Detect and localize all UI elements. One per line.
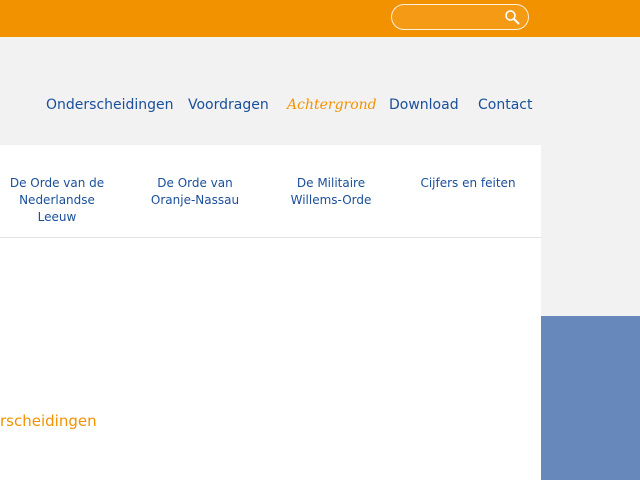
subnav-item-line: Nederlandse <box>19 193 95 207</box>
content-panel: De Orde van de Nederlandse Leeuw De Orde… <box>0 145 541 480</box>
top-bar <box>0 0 640 37</box>
subnav-item-oranje-nassau[interactable]: De Orde van Oranje-Nassau <box>140 175 250 209</box>
nav-item-onderscheidingen[interactable]: Onderscheidingen <box>46 97 174 113</box>
main-nav: Onderscheidingen Voordragen Achtergrond … <box>0 97 640 121</box>
search-input[interactable] <box>402 8 498 28</box>
subnav-item-line: Willems-Orde <box>290 193 372 207</box>
search-box[interactable] <box>391 4 529 30</box>
subnav-item-line: Cijfers en feiten <box>420 176 516 190</box>
nav-item-download[interactable]: Download <box>389 97 459 113</box>
search-icon[interactable] <box>504 9 520 25</box>
nav-item-contact[interactable]: Contact <box>478 97 532 113</box>
subnav-item-cijfers-en-feiten[interactable]: Cijfers en feiten <box>408 175 528 192</box>
nav-item-achtergrond[interactable]: Achtergrond <box>287 97 377 113</box>
subnav-item-line: Leeuw <box>37 210 77 224</box>
subnav-item-line: Oranje-Nassau <box>150 193 240 207</box>
sidebar-blue-block <box>541 316 640 480</box>
sub-nav: De Orde van de Nederlandse Leeuw De Orde… <box>0 145 541 238</box>
subnav-item-nederlandse-leeuw[interactable]: De Orde van de Nederlandse Leeuw <box>2 175 112 226</box>
subnav-item-line: De Orde van <box>157 176 233 190</box>
subnav-item-line: De Orde van de <box>9 176 105 190</box>
subnav-item-line: De Militaire <box>296 176 366 190</box>
nav-item-voordragen[interactable]: Voordragen <box>188 97 269 113</box>
subnav-item-militaire-willems-orde[interactable]: De Militaire Willems-Orde <box>276 175 386 209</box>
section-heading: rscheidingen <box>0 412 97 430</box>
